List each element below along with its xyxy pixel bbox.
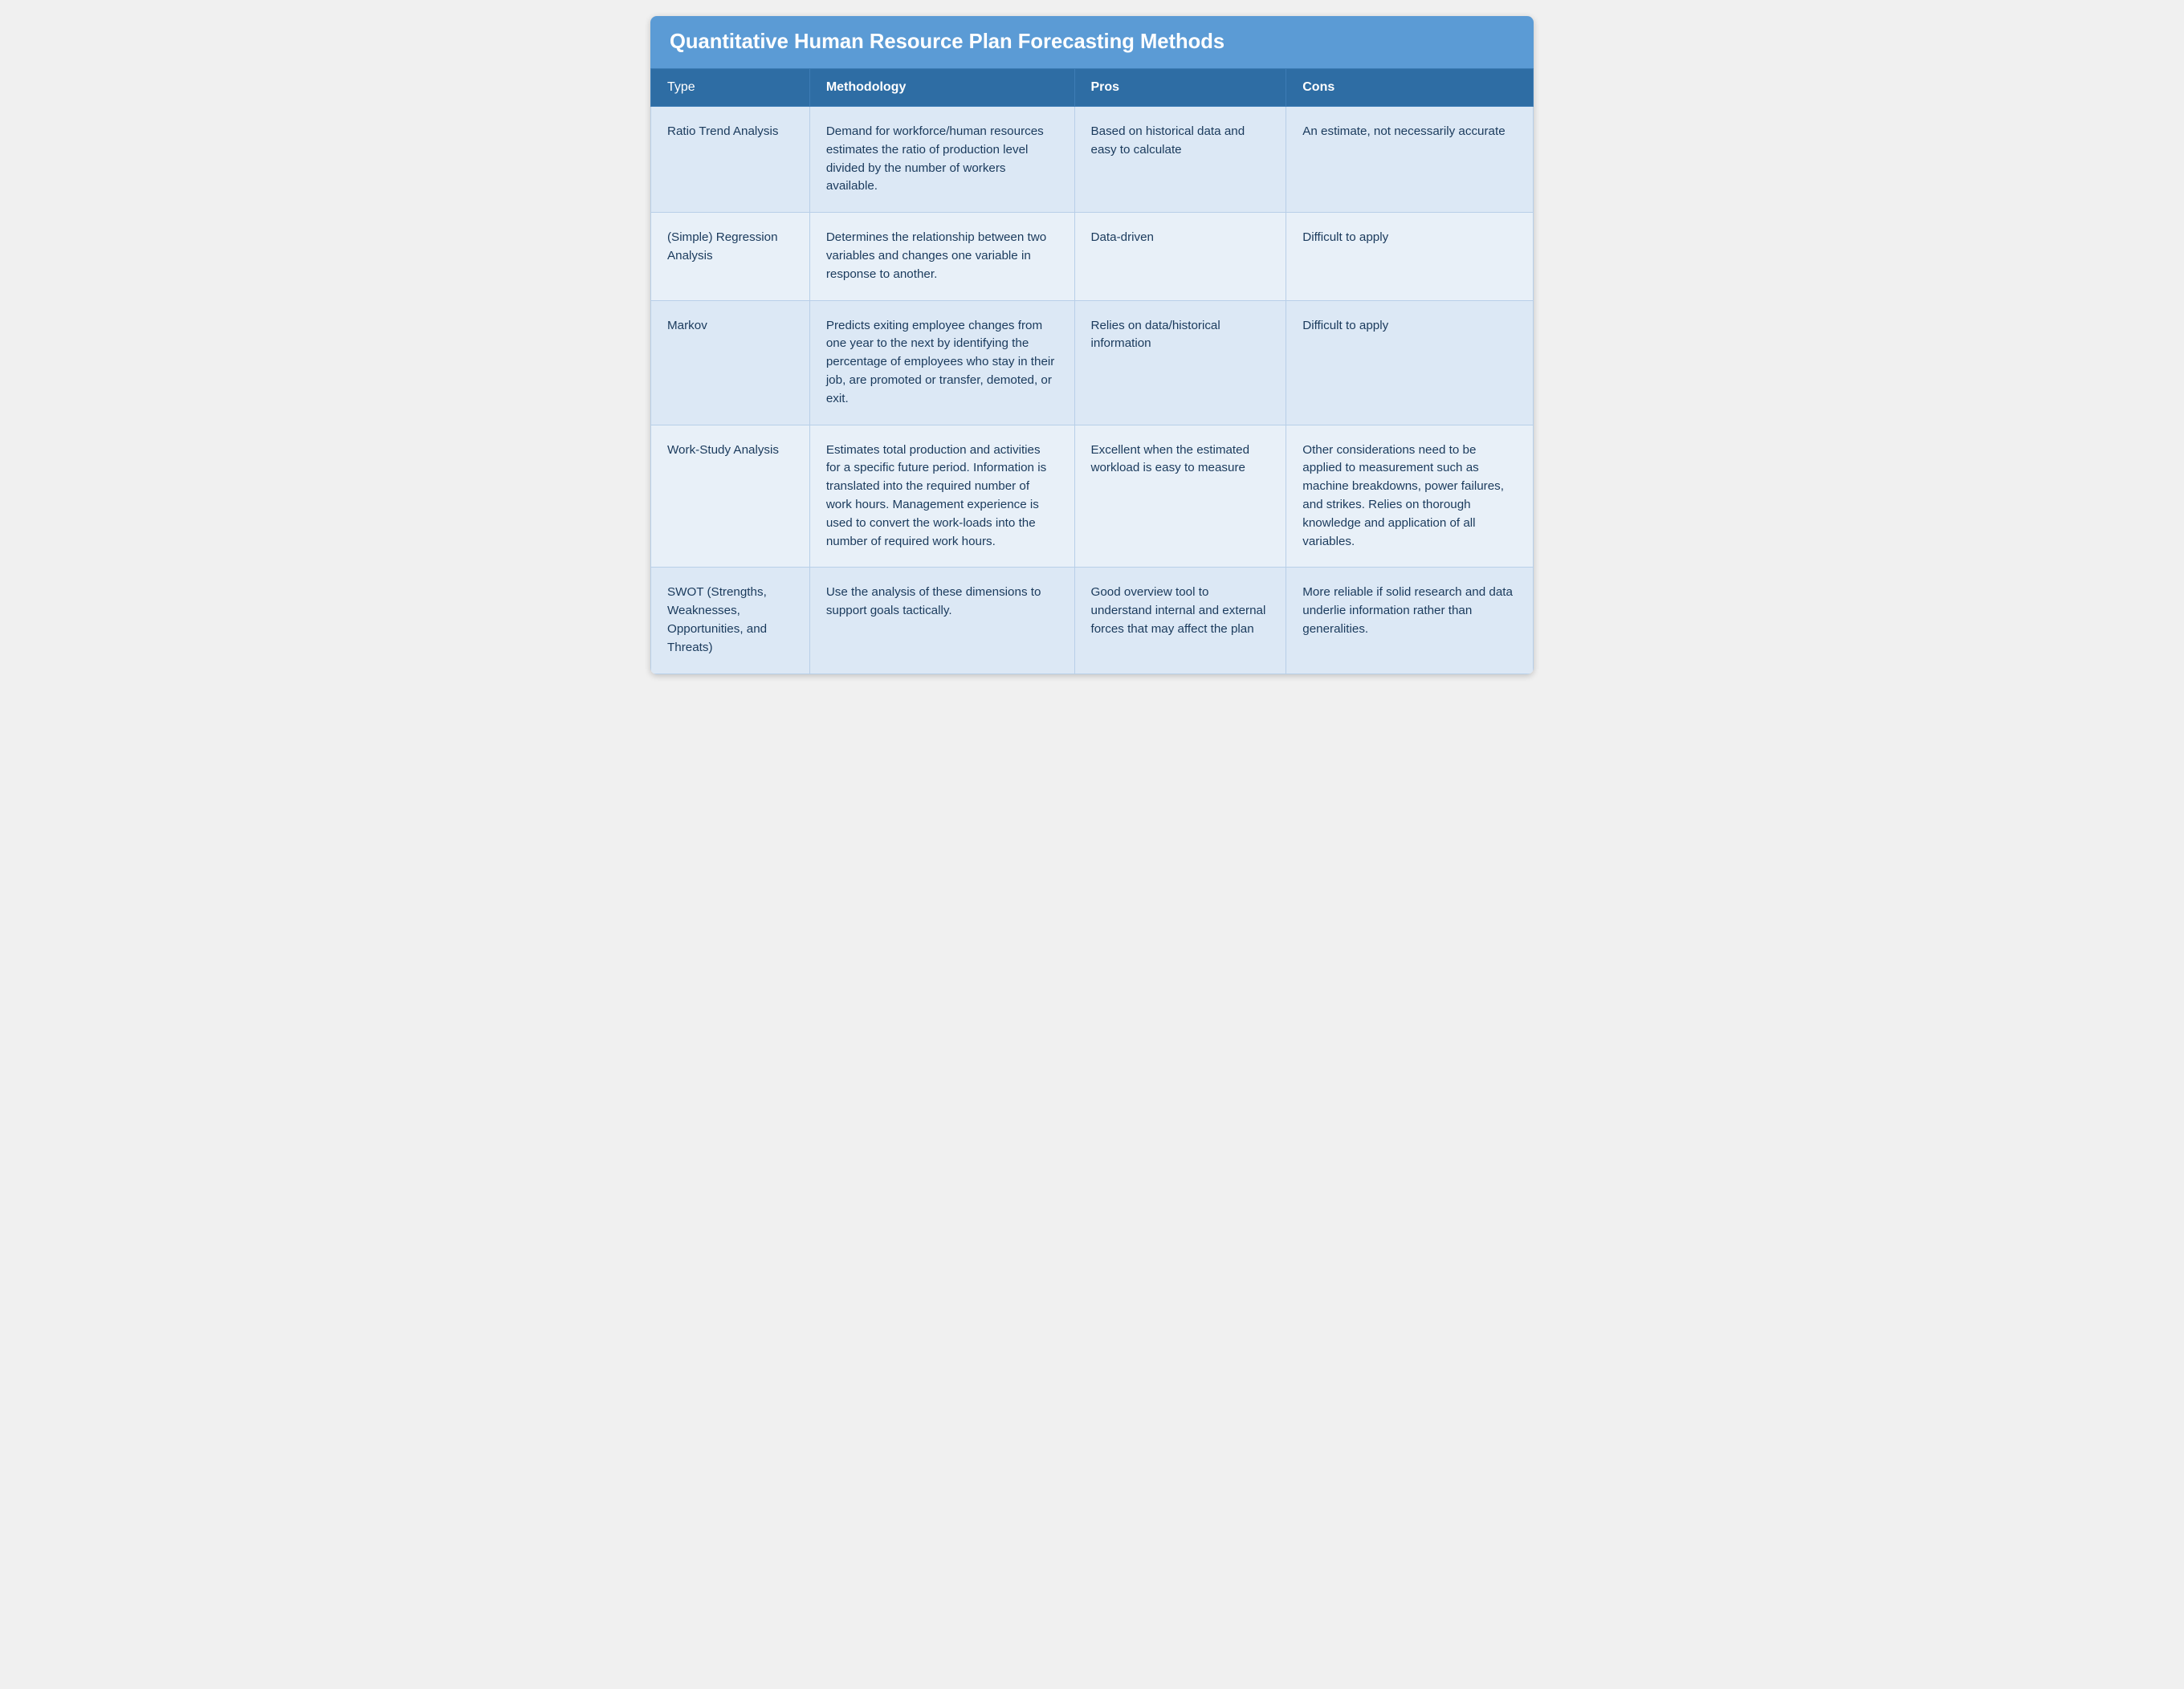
header-methodology: Methodology [809,69,1074,107]
table-title: Quantitative Human Resource Plan Forecas… [650,16,1534,68]
cell-pros: Based on historical data and easy to cal… [1074,107,1286,213]
cell-cons: Difficult to apply [1286,213,1534,300]
cell-cons: Difficult to apply [1286,300,1534,425]
cell-type: Markov [651,300,810,425]
cell-pros: Excellent when the estimated workload is… [1074,425,1286,568]
cell-type: Ratio Trend Analysis [651,107,810,213]
forecasting-table: Type Methodology Pros Cons Ratio Trend A… [650,68,1534,674]
cell-pros: Good overview tool to understand interna… [1074,568,1286,674]
cell-methodology: Estimates total production and activitie… [809,425,1074,568]
header-pros: Pros [1074,69,1286,107]
cell-cons: An estimate, not necessarily accurate [1286,107,1534,213]
table-header-row: Type Methodology Pros Cons [651,69,1534,107]
cell-methodology: Demand for workforce/human resources est… [809,107,1074,213]
header-cons: Cons [1286,69,1534,107]
table-row: SWOT (Strengths, Weaknesses, Opportuniti… [651,568,1534,674]
cell-type: (Simple) Regression Analysis [651,213,810,300]
cell-methodology: Determines the relationship between two … [809,213,1074,300]
main-table-container: Quantitative Human Resource Plan Forecas… [650,16,1534,674]
table-row: Work-Study AnalysisEstimates total produ… [651,425,1534,568]
cell-methodology: Use the analysis of these dimensions to … [809,568,1074,674]
cell-type: Work-Study Analysis [651,425,810,568]
cell-type: SWOT (Strengths, Weaknesses, Opportuniti… [651,568,810,674]
table-row: Ratio Trend AnalysisDemand for workforce… [651,107,1534,213]
cell-cons: Other considerations need to be applied … [1286,425,1534,568]
table-row: MarkovPredicts exiting employee changes … [651,300,1534,425]
header-type: Type [651,69,810,107]
cell-pros: Data-driven [1074,213,1286,300]
cell-methodology: Predicts exiting employee changes from o… [809,300,1074,425]
cell-cons: More reliable if solid research and data… [1286,568,1534,674]
cell-pros: Relies on data/historical information [1074,300,1286,425]
table-body: Ratio Trend AnalysisDemand for workforce… [651,107,1534,674]
table-row: (Simple) Regression AnalysisDetermines t… [651,213,1534,300]
